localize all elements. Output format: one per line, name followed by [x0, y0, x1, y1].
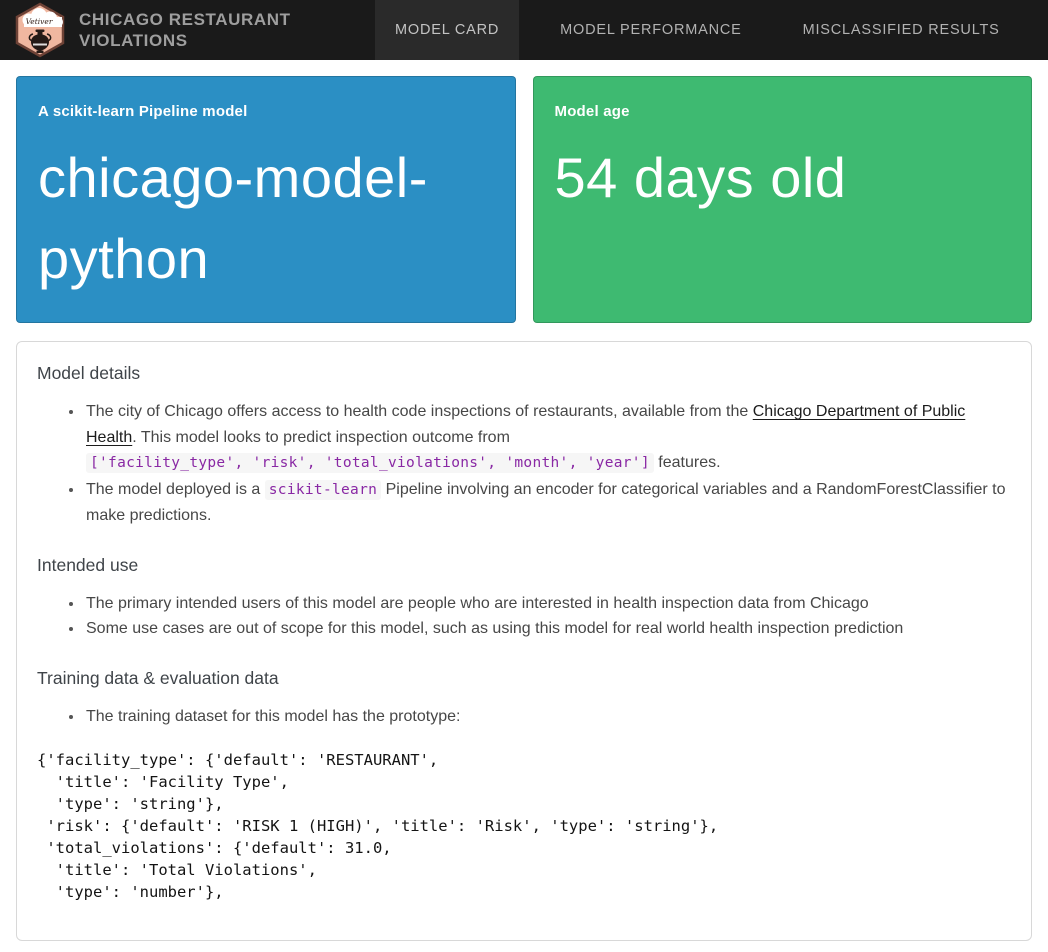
- vetiver-hex-logo-icon: Vetiver: [14, 2, 66, 58]
- bullet-text: The city of Chicago offers access to hea…: [86, 403, 753, 420]
- top-nav: MODEL CARD MODEL PERFORMANCE MISCLASSIFI…: [375, 0, 1041, 60]
- app-header: Vetiver CHICAGO RESTAURANT VIOLATIONS MO…: [0, 0, 1048, 60]
- model-details-list: The city of Chicago offers access to hea…: [37, 399, 1011, 529]
- list-item: The city of Chicago offers access to hea…: [84, 399, 1011, 477]
- value-box-model-label: A scikit-learn Pipeline model: [38, 103, 491, 120]
- tab-misclassified-results[interactable]: MISCLASSIFIED RESULTS: [783, 0, 1020, 60]
- training-data-heading: Training data & evaluation data: [37, 666, 1011, 690]
- value-box-row: A scikit-learn Pipeline model chicago-mo…: [16, 76, 1032, 323]
- app-title: CHICAGO RESTAURANT VIOLATIONS: [79, 9, 329, 51]
- list-item: The model deployed is a scikit-learn Pip…: [84, 477, 1011, 529]
- value-box-age-value: 54 days old: [555, 137, 1008, 218]
- list-item: Some use cases are out of scope for this…: [84, 616, 1011, 642]
- list-item: The primary intended users of this model…: [84, 591, 1011, 617]
- svg-text:Vetiver: Vetiver: [26, 17, 53, 26]
- intended-use-list: The primary intended users of this model…: [37, 591, 1011, 642]
- tab-model-card[interactable]: MODEL CARD: [375, 0, 519, 60]
- scikit-learn-code: scikit-learn: [265, 480, 381, 500]
- features-code: ['facility_type', 'risk', 'total_violati…: [86, 453, 654, 473]
- model-details-heading: Model details: [37, 361, 1011, 385]
- intended-use-heading: Intended use: [37, 553, 1011, 577]
- value-box-model-name: A scikit-learn Pipeline model chicago-mo…: [16, 76, 516, 323]
- list-item: The training dataset for this model has …: [84, 704, 1011, 730]
- brand: Vetiver CHICAGO RESTAURANT VIOLATIONS: [0, 0, 360, 60]
- bullet-text: The model deployed is a: [86, 481, 265, 498]
- tab-model-performance[interactable]: MODEL PERFORMANCE: [540, 0, 761, 60]
- bullet-text: . This model looks to predict inspection…: [132, 429, 510, 446]
- bullet-text: features.: [654, 454, 721, 471]
- value-box-model-value: chicago-model-python: [38, 137, 491, 299]
- value-box-model-age: Model age 54 days old: [533, 76, 1033, 323]
- prototype-code-block: {'facility_type': {'default': 'RESTAURAN…: [37, 749, 1011, 903]
- model-card-panel: Model details The city of Chicago offers…: [16, 341, 1032, 941]
- training-data-list: The training dataset for this model has …: [37, 704, 1011, 730]
- dashboard-body: A scikit-learn Pipeline model chicago-mo…: [0, 60, 1048, 952]
- value-box-age-label: Model age: [555, 103, 1008, 120]
